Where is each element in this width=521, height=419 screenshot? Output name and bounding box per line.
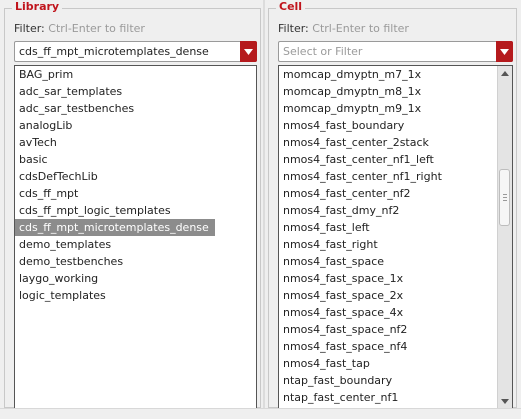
library-filter-hint: Ctrl-Enter to filter bbox=[48, 22, 145, 35]
chevron-down-icon[interactable] bbox=[496, 41, 513, 62]
library-list-item[interactable]: demo_testbenches bbox=[15, 253, 256, 270]
library-list[interactable]: BAG_prim adc_sar_templates adc_sar_testben… bbox=[14, 65, 257, 408]
cell-list-item[interactable]: nmos4_fast_center_nf2 bbox=[279, 185, 512, 202]
library-combo[interactable]: cds_ff_mpt_microtemplates_dense bbox=[14, 41, 257, 62]
cell-list-item[interactable]: ntap_fast_center_nf1 bbox=[279, 389, 512, 406]
library-item-label: cds_ff_mpt_microtemplates_dense bbox=[15, 219, 215, 236]
cell-list-item[interactable]: nmos4_fast_tap bbox=[279, 355, 512, 372]
library-combo-value[interactable]: cds_ff_mpt_microtemplates_dense bbox=[19, 42, 209, 61]
cell-list-item[interactable]: momcap_dmyptn_m8_1x bbox=[279, 83, 512, 100]
library-list-item[interactable]: adc_sar_testbenches bbox=[15, 100, 256, 117]
cell-title: Cell bbox=[276, 0, 306, 14]
library-item-label: analogLib bbox=[19, 119, 73, 132]
cell-scrollbar[interactable] bbox=[497, 66, 512, 408]
library-list-item[interactable]: adc_sar_templates bbox=[15, 83, 256, 100]
library-item-label: demo_templates bbox=[19, 238, 112, 251]
library-list-item[interactable]: cds_ff_mpt_logic_templates bbox=[15, 202, 256, 219]
cell-combo[interactable]: Select or Filter bbox=[278, 41, 513, 62]
library-list-item[interactable]: analogLib bbox=[15, 117, 256, 134]
library-item-label: laygo_working bbox=[19, 272, 99, 285]
library-filter-label-row: Filter: Ctrl-Enter to filter bbox=[14, 21, 257, 37]
cell-list-item[interactable]: nmos4_fast_center_2stack bbox=[279, 134, 512, 151]
chevron-down-icon[interactable] bbox=[240, 41, 257, 62]
library-item-label: cds_ff_mpt_logic_templates bbox=[19, 204, 171, 217]
cell-list-item[interactable]: nmos4_fast_space_4x bbox=[279, 304, 512, 321]
library-list-item[interactable]: basic bbox=[15, 151, 256, 168]
cell-filter-hint: Ctrl-Enter to filter bbox=[312, 22, 409, 35]
library-filter-label: Filter: bbox=[14, 22, 45, 35]
library-list-item[interactable]: demo_templates bbox=[15, 236, 256, 253]
panel-splitter[interactable] bbox=[263, 0, 265, 418]
library-list-item[interactable]: avTech bbox=[15, 134, 256, 151]
cell-list-item[interactable]: nmos4_fast_space_1x bbox=[279, 270, 512, 287]
cell-list-item[interactable]: nmos4_fast_space bbox=[279, 253, 512, 270]
cell-list-item[interactable]: nmos4_fast_right bbox=[279, 236, 512, 253]
library-item-label: basic bbox=[19, 153, 48, 166]
library-item-label: demo_testbenches bbox=[19, 255, 124, 268]
library-item-label: BAG_prim bbox=[19, 68, 74, 81]
cell-list-item[interactable]: nmos4_fast_boundary bbox=[279, 117, 512, 134]
cell-list-item[interactable]: nmos4_fast_center_nf1_left bbox=[279, 151, 512, 168]
library-item-label: logic_templates bbox=[19, 289, 106, 302]
scrollbar-thumb[interactable] bbox=[499, 169, 510, 226]
library-list-item[interactable]: laygo_working bbox=[15, 270, 256, 287]
library-item-label: cdsDefTechLib bbox=[19, 170, 98, 183]
cell-list-item[interactable]: nmos4_fast_center_nf1_right bbox=[279, 168, 512, 185]
library-list-item[interactable]: logic_templates bbox=[15, 287, 256, 304]
cell-panel: Cell Filter: Ctrl-Enter to filter Select… bbox=[268, 0, 517, 408]
cell-filter-label-row: Filter: Ctrl-Enter to filter bbox=[278, 21, 513, 37]
cell-filter-label: Filter: bbox=[278, 22, 309, 35]
cell-list[interactable]: momcap_dmyptn_m7_1x momcap_dmyptn_m8_1x mo… bbox=[278, 65, 513, 408]
library-title: Library bbox=[12, 0, 63, 14]
library-list-item[interactable]: BAG_prim bbox=[15, 66, 256, 83]
cell-list-items: momcap_dmyptn_m7_1x momcap_dmyptn_m8_1x mo… bbox=[279, 66, 512, 406]
cell-list-item[interactable]: ntap_fast_boundary bbox=[279, 372, 512, 389]
cell-list-item[interactable]: nmos4_fast_dmy_nf2 bbox=[279, 202, 512, 219]
status-strip bbox=[0, 408, 521, 419]
library-item-label: adc_sar_testbenches bbox=[19, 102, 135, 115]
library-list-item[interactable]: cds_ff_mpt_microtemplates_dense bbox=[15, 219, 256, 236]
library-item-label: avTech bbox=[19, 136, 57, 149]
scroll-up-icon[interactable] bbox=[498, 66, 512, 80]
cell-list-item[interactable]: momcap_dmyptn_m9_1x bbox=[279, 100, 512, 117]
library-list-item[interactable]: cdsDefTechLib bbox=[15, 168, 256, 185]
cell-list-item[interactable]: nmos4_fast_space_nf2 bbox=[279, 321, 512, 338]
cell-combo-placeholder[interactable]: Select or Filter bbox=[283, 42, 362, 61]
cell-list-item[interactable]: nmos4_fast_space_nf4 bbox=[279, 338, 512, 355]
cell-list-item[interactable]: momcap_dmyptn_m7_1x bbox=[279, 66, 512, 83]
library-panel: Library Filter: Ctrl-Enter to filter cds… bbox=[4, 0, 261, 408]
scroll-down-icon[interactable] bbox=[498, 394, 512, 408]
cell-list-item[interactable]: nmos4_fast_space_2x bbox=[279, 287, 512, 304]
library-list-item[interactable]: cds_ff_mpt bbox=[15, 185, 256, 202]
library-item-label: adc_sar_templates bbox=[19, 85, 123, 98]
library-item-label: cds_ff_mpt bbox=[19, 187, 79, 200]
cell-list-item[interactable]: nmos4_fast_left bbox=[279, 219, 512, 236]
